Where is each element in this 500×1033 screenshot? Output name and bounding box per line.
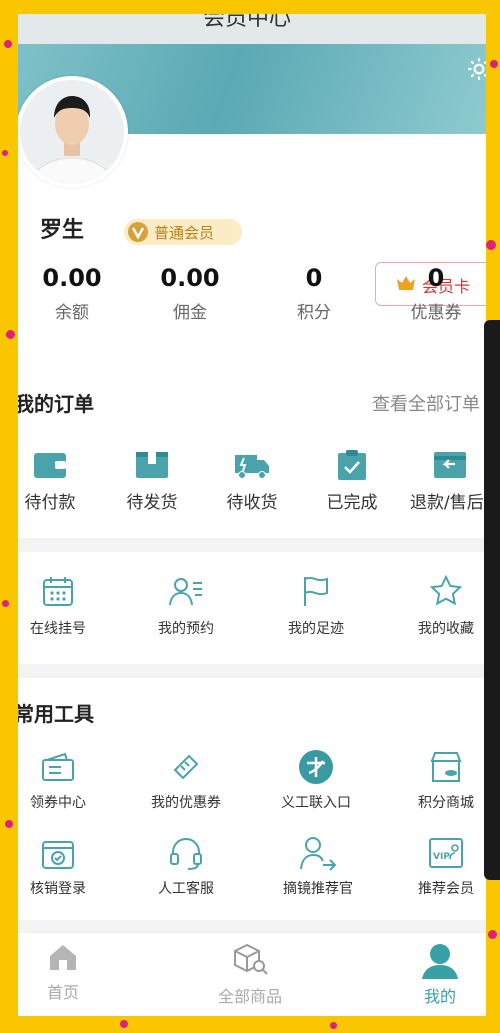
clipboard-check-icon <box>338 450 366 480</box>
headset-icon <box>170 838 202 870</box>
quick-link-label: 我的预约 <box>158 621 214 637</box>
nav-all-products[interactable]: 全部商品 <box>190 943 310 1007</box>
gear-icon[interactable] <box>466 56 486 82</box>
tool-label: 我的优惠券 <box>151 795 221 811</box>
nav-mine[interactable]: 我的 <box>380 943 486 1007</box>
tools-card: 常用工具 领券中心 我的优惠券 义工联入口 积分商城 核销登录 人工客服 摘镜推… <box>18 678 486 920</box>
stat-label: 积分 <box>297 303 331 323</box>
bottom-nav: 首页 全部商品 我的 <box>18 932 486 1016</box>
refund-icon <box>434 452 466 478</box>
tool-label: 人工客服 <box>158 881 214 897</box>
vip-card-icon: VIP <box>429 838 463 868</box>
nav-label: 首页 <box>46 983 79 1002</box>
verify-icon <box>42 841 74 869</box>
order-item-label: 待收货 <box>226 493 278 513</box>
box-search-icon <box>234 943 268 975</box>
quick-link-online-register[interactable]: 在线挂号 <box>18 574 98 638</box>
tool-label: 领券中心 <box>30 795 86 811</box>
stat-value: 0.00 <box>42 264 102 292</box>
background-person-silhouette <box>484 320 500 880</box>
tools-title: 常用工具 <box>18 702 94 726</box>
view-all-orders-link[interactable]: 查看全部订单 <box>372 390 480 416</box>
page-title: 会员中心 <box>203 14 292 31</box>
home-icon <box>50 945 76 970</box>
avatar[interactable] <box>18 76 128 188</box>
tool-label: 义工联入口 <box>281 795 351 811</box>
quick-link-label: 我的收藏 <box>418 621 474 637</box>
tool-label: 摘镜推荐官 <box>283 881 353 897</box>
tool-volunteer-entry[interactable]: 义工联入口 <box>276 750 356 812</box>
tool-label: 核销登录 <box>30 881 86 897</box>
quick-links-card: 在线挂号 我的预约 我的足迹 我的收藏 <box>18 552 486 664</box>
member-level-badge: 普通会员 <box>124 219 242 245</box>
quick-link-footprints[interactable]: 我的足迹 <box>276 574 356 638</box>
order-pending-receipt[interactable]: 待收货 <box>214 448 290 513</box>
stat-label: 佣金 <box>173 303 207 323</box>
stat-commission[interactable]: 0.00 佣金 <box>130 264 250 323</box>
quick-link-label: 我的足迹 <box>288 621 344 637</box>
tool-verify-login[interactable]: 核销登录 <box>18 836 98 898</box>
stat-value: 0.00 <box>160 264 220 292</box>
user-share-icon <box>300 837 337 871</box>
quick-link-label: 在线挂号 <box>30 621 86 637</box>
order-pending-shipment[interactable]: 待发货 <box>114 448 190 513</box>
tool-referrer[interactable]: 摘镜推荐官 <box>276 836 360 898</box>
star-icon <box>430 575 462 606</box>
quick-link-appointments[interactable]: 我的预约 <box>146 574 226 638</box>
package-icon <box>136 452 168 478</box>
stat-value: 0 <box>427 264 445 292</box>
quick-link-favorites[interactable]: 我的收藏 <box>406 574 486 638</box>
member-level-label: 普通会员 <box>154 224 215 242</box>
orders-card: 我的订单 查看全部订单 待付款 待发货 待收货 已完成 退款/售后 <box>18 366 486 538</box>
store-icon <box>430 752 462 782</box>
volunteer-logo-icon <box>299 750 333 784</box>
order-item-label: 已完成 <box>326 493 378 513</box>
tool-label: 推荐会员 <box>418 881 474 897</box>
nav-label: 全部商品 <box>217 987 282 1006</box>
stat-points[interactable]: 0 积分 <box>254 264 374 323</box>
nav-home[interactable]: 首页 <box>18 943 123 1003</box>
order-pending-payment[interactable]: 待付款 <box>18 448 88 513</box>
tool-coupon-center[interactable]: 领券中心 <box>18 750 98 812</box>
order-item-label: 待发货 <box>126 493 178 513</box>
wallet-icon <box>34 453 66 478</box>
orders-title: 我的订单 <box>18 392 94 416</box>
stat-balance[interactable]: 0.00 余额 <box>18 264 132 323</box>
stat-label: 余额 <box>55 303 89 323</box>
user-icon <box>422 944 458 979</box>
order-item-label: 待付款 <box>24 493 76 513</box>
truck-icon <box>235 455 269 479</box>
tool-customer-service[interactable]: 人工客服 <box>146 836 226 898</box>
stat-label: 优惠券 <box>410 303 462 323</box>
user-name: 罗生 <box>40 218 85 243</box>
tool-label: 积分商城 <box>418 795 474 811</box>
app-screen: 会员中心 会员卡 罗生 普通会员 0.00 余额 0.00 佣金 0 积分 0 … <box>18 14 486 1016</box>
nav-label: 我的 <box>423 987 456 1006</box>
top-bar: 会员中心 <box>18 14 486 44</box>
tool-my-coupons[interactable]: 我的优惠券 <box>146 750 226 812</box>
order-completed[interactable]: 已完成 <box>314 448 390 513</box>
coupon-center-icon <box>42 752 74 781</box>
calendar-icon <box>43 577 73 606</box>
order-refund[interactable]: 退款/售后 <box>410 448 486 513</box>
svg-text:VIP: VIP <box>433 852 450 862</box>
order-item-label: 退款/售后 <box>410 493 484 513</box>
stat-value: 0 <box>305 264 323 292</box>
member-v-icon <box>128 222 148 242</box>
user-list-icon <box>169 578 202 606</box>
ticket-icon <box>173 754 199 780</box>
stat-coupons[interactable]: 0 优惠券 <box>376 264 486 323</box>
flag-icon <box>304 576 328 606</box>
tool-points-mall[interactable]: 积分商城 <box>406 750 486 812</box>
tool-recommend-member[interactable]: VIP 推荐会员 <box>406 836 486 898</box>
